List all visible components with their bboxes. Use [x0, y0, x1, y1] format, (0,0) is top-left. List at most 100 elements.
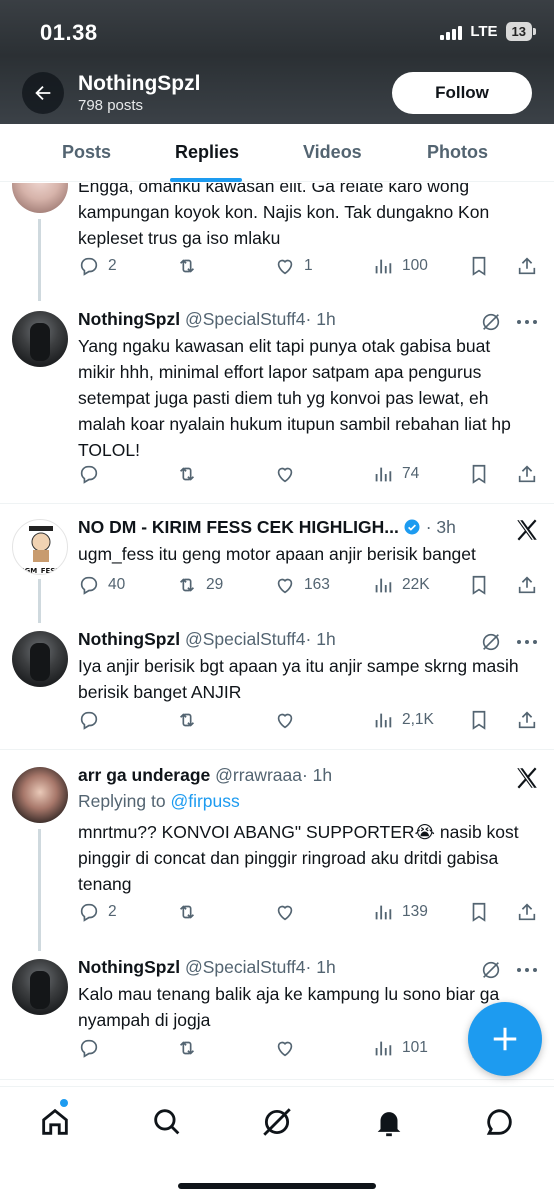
grok-icon[interactable] — [480, 959, 502, 981]
like-button[interactable] — [274, 461, 304, 487]
like-button[interactable] — [274, 1035, 304, 1061]
notifications-icon[interactable] — [372, 1105, 406, 1139]
reply-button[interactable]: 40 — [78, 572, 125, 598]
bookmark-button[interactable] — [468, 253, 490, 279]
author-name[interactable]: NO DM - KIRIM FESS CEK HIGHLIGH... — [78, 517, 399, 537]
replying-prefix: Replying to — [78, 791, 166, 811]
author-handle[interactable]: @SpecialStuff4 — [185, 629, 306, 649]
thread-line — [38, 579, 41, 623]
tab-indicator — [170, 178, 242, 182]
share-button[interactable] — [516, 572, 538, 598]
replies-feed[interactable]: Engga, omahku kawasan elit. Ga relate ka… — [0, 183, 554, 1086]
views-button[interactable]: 22K — [372, 572, 430, 598]
reply-button[interactable] — [78, 1035, 108, 1061]
view-count: 100 — [402, 257, 428, 274]
status-time: 01.38 — [40, 20, 98, 45]
views-icon — [375, 578, 392, 593]
bookmark-button[interactable] — [468, 707, 490, 733]
views-button[interactable]: 100 — [372, 253, 428, 279]
back-button[interactable] — [22, 72, 64, 114]
author-name[interactable]: NothingSpzl — [78, 957, 180, 977]
reply-button[interactable]: 2 — [78, 899, 117, 925]
share-button[interactable] — [516, 253, 538, 279]
tab-posts[interactable]: Posts — [62, 142, 111, 163]
repost-icon — [179, 905, 195, 919]
tab-photos[interactable]: Photos — [427, 142, 488, 163]
like-button[interactable] — [274, 899, 304, 925]
messages-icon[interactable] — [482, 1105, 516, 1139]
author-name[interactable]: arr ga underage — [78, 765, 210, 785]
reply-count: 2 — [108, 903, 117, 920]
post-time: · 1h — [301, 765, 333, 785]
author-name[interactable]: NothingSpzl — [78, 629, 180, 649]
post-header: NothingSpzl @SpecialStuff4· 1h — [78, 629, 336, 650]
share-button[interactable] — [516, 707, 538, 733]
views-button[interactable]: 2,1K — [372, 707, 434, 733]
share-icon — [518, 711, 536, 729]
post-time: · 3h — [425, 517, 456, 537]
follow-button[interactable]: Follow — [392, 72, 532, 114]
avatar[interactable] — [12, 183, 68, 213]
author-name[interactable]: NothingSpzl — [78, 309, 180, 329]
like-count: 1 — [304, 257, 313, 274]
reply-button[interactable] — [78, 461, 108, 487]
post-actions: 2 1 100 — [78, 253, 540, 279]
like-button[interactable]: 1 — [274, 253, 313, 279]
views-button[interactable]: 139 — [372, 899, 428, 925]
repost-button[interactable] — [176, 253, 206, 279]
post-actions: 2 139 — [78, 899, 540, 925]
search-icon[interactable] — [150, 1105, 184, 1139]
repost-button[interactable] — [176, 707, 206, 733]
post-time: · 1h — [305, 309, 336, 329]
reply-button[interactable]: 2 — [78, 253, 117, 279]
post-text: Kalo mau tenang balik aja ke kampung lu … — [78, 984, 500, 1030]
avatar[interactable] — [12, 959, 68, 1015]
grok-icon[interactable] — [480, 311, 502, 333]
replying-to-link[interactable]: @firpuss — [170, 791, 239, 811]
avatar[interactable] — [12, 311, 68, 367]
bookmark-button[interactable] — [468, 572, 490, 598]
bookmark-button[interactable] — [468, 461, 490, 487]
signal-icon — [440, 24, 463, 40]
author-handle[interactable]: @SpecialStuff4 — [185, 309, 306, 329]
more-icon[interactable] — [514, 959, 540, 981]
verified-badge-icon — [404, 519, 420, 535]
reply-button[interactable] — [78, 707, 108, 733]
bookmark-button[interactable] — [468, 899, 490, 925]
avatar[interactable] — [12, 767, 68, 823]
like-button[interactable] — [274, 707, 304, 733]
repost-button[interactable] — [176, 1035, 206, 1061]
repost-button[interactable] — [176, 899, 206, 925]
grok-icon[interactable] — [260, 1105, 294, 1139]
share-button[interactable] — [516, 461, 538, 487]
views-button[interactable]: 101 — [372, 1035, 428, 1061]
repost-button[interactable]: 29 — [176, 572, 223, 598]
author-handle[interactable]: @SpecialStuff4 — [185, 957, 306, 977]
repost-icon — [179, 578, 195, 592]
home-icon[interactable] — [38, 1105, 72, 1139]
like-button[interactable]: 163 — [274, 572, 330, 598]
author-handle[interactable]: @rrawraaa — [215, 765, 302, 785]
more-icon[interactable] — [514, 631, 540, 653]
repost-button[interactable] — [176, 461, 206, 487]
bookmark-icon — [472, 710, 486, 730]
compose-button[interactable] — [468, 1002, 542, 1076]
grok-icon[interactable] — [480, 631, 502, 653]
tab-videos[interactable]: Videos — [303, 142, 362, 163]
x-logo-icon[interactable] — [514, 517, 540, 543]
views-icon — [375, 905, 392, 920]
views-icon — [375, 467, 392, 482]
x-logo-icon[interactable] — [514, 765, 540, 791]
avatar[interactable] — [12, 631, 68, 687]
share-button[interactable] — [516, 899, 538, 925]
more-icon[interactable] — [514, 311, 540, 333]
profile-tabs: Posts Replies Videos Photos — [0, 124, 554, 182]
share-icon — [518, 576, 536, 594]
avatar[interactable]: IGM_FESS — [12, 519, 68, 575]
post-actions: 2,1K — [78, 707, 540, 733]
share-icon — [518, 257, 536, 275]
view-count: 2,1K — [402, 711, 434, 728]
views-button[interactable]: 74 — [372, 461, 419, 487]
plus-icon — [493, 1027, 517, 1051]
tab-replies[interactable]: Replies — [175, 142, 239, 163]
